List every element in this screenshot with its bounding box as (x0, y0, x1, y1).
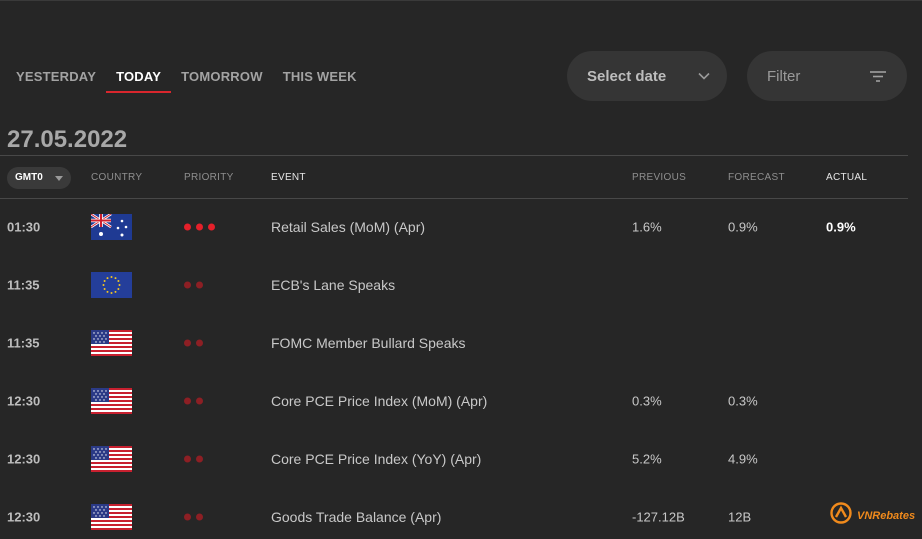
priority-dot (184, 339, 191, 347)
table-row[interactable]: 11:35 FOMC Member Bullard Speaks (0, 314, 922, 372)
column-country: COUNTRY (91, 172, 143, 183)
previous-value: 0.3% (632, 393, 662, 409)
flag-european-union-icon (91, 272, 132, 298)
filter-icon[interactable] (869, 69, 887, 88)
priority-dot (208, 223, 215, 231)
event-name[interactable]: Core PCE Price Index (YoY) (Apr) (271, 451, 481, 467)
priority-dot (196, 397, 203, 405)
column-previous: PREVIOUS (632, 172, 687, 183)
date-heading: 27.05.2022 (7, 126, 128, 153)
event-name[interactable]: Goods Trade Balance (Apr) (271, 509, 441, 525)
caret-down-icon (55, 176, 63, 181)
watermark-text: VNRebates (857, 509, 916, 522)
event-name[interactable]: Retail Sales (MoM) (Apr) (271, 219, 425, 235)
event-time: 12:30 (7, 451, 41, 467)
column-priority: PRIORITY (184, 172, 234, 183)
flag-australia-icon (90, 212, 132, 240)
tab-yesterday[interactable]: YESTERDAY (6, 64, 106, 93)
table-row[interactable]: 12:30 Goods Trade Balance (Apr) -127.12B 1… (0, 488, 922, 539)
priority-indicator (184, 397, 203, 405)
priority-dot (184, 455, 191, 463)
divider (0, 155, 908, 156)
select-date-dropdown[interactable]: Select date (567, 51, 727, 101)
priority-dot (196, 513, 203, 521)
priority-dot (184, 281, 191, 289)
previous-value: -127.12B (632, 509, 685, 525)
priority-indicator (184, 513, 203, 521)
flag-united-states-icon (91, 446, 132, 472)
priority-dot (184, 513, 191, 521)
filter-placeholder: Filter (767, 67, 801, 85)
previous-value: 5.2% (632, 451, 662, 467)
forecast-value: 4.9% (728, 451, 758, 467)
event-time: 11:35 (7, 277, 40, 293)
filter-input[interactable]: Filter (747, 51, 907, 101)
tab-tomorrow[interactable]: TOMORROW (171, 64, 273, 93)
table-row[interactable]: 12:30 Core PCE Price Index (YoY) (Apr) 5.… (0, 430, 922, 488)
priority-dot (184, 397, 191, 405)
forecast-value: 0.9% (728, 219, 758, 235)
forecast-value: 0.3% (728, 393, 758, 409)
forecast-value: 12B (728, 509, 752, 525)
event-time: 01:30 (7, 219, 41, 235)
flag-united-states-icon (91, 388, 132, 414)
select-date-label: Select date (587, 67, 667, 85)
priority-dot (196, 339, 203, 347)
event-name[interactable]: ECB's Lane Speaks (271, 277, 395, 293)
event-time: 12:30 (7, 509, 41, 525)
timezone-label: GMT0 (15, 172, 43, 183)
priority-indicator (184, 223, 215, 231)
table-row[interactable]: 11:35 ECB's Lane Speaks (0, 256, 922, 314)
top-border (0, 0, 922, 1)
event-time: 11:35 (7, 335, 40, 351)
column-actual: ACTUAL (826, 172, 868, 183)
priority-indicator (184, 281, 203, 289)
tab-today[interactable]: TODAY (106, 64, 172, 93)
column-forecast: FORECAST (728, 172, 785, 183)
column-event: EVENT (271, 172, 306, 183)
vnrebates-logo-icon (830, 502, 854, 529)
tab-this-week[interactable]: THIS WEEK (273, 64, 367, 93)
previous-value: 1.6% (632, 219, 662, 235)
priority-dot (196, 223, 203, 231)
priority-dot (196, 455, 203, 463)
event-time: 12:30 (7, 393, 41, 409)
priority-indicator (184, 455, 203, 463)
flag-united-states-icon (91, 330, 132, 356)
event-name[interactable]: FOMC Member Bullard Speaks (271, 335, 466, 351)
priority-dot (196, 281, 203, 289)
priority-dot (184, 223, 191, 231)
flag-united-states-icon (91, 504, 132, 530)
table-row[interactable]: 12:30 Core PCE Price Index (MoM) (Apr) 0.… (0, 372, 922, 430)
chevron-down-icon (697, 69, 711, 88)
timezone-dropdown[interactable]: GMT0 (7, 167, 71, 189)
priority-indicator (184, 339, 203, 347)
actual-value: 0.9% (826, 219, 856, 235)
vnrebates-watermark: VNRebates (830, 502, 915, 529)
day-tabs: YESTERDAY TODAY TOMORROW THIS WEEK (6, 64, 367, 93)
table-row[interactable]: 01:30 Retail Sales (MoM) (Apr) 1.6% 0.9% 0.… (0, 198, 922, 256)
event-name[interactable]: Core PCE Price Index (MoM) (Apr) (271, 393, 487, 409)
